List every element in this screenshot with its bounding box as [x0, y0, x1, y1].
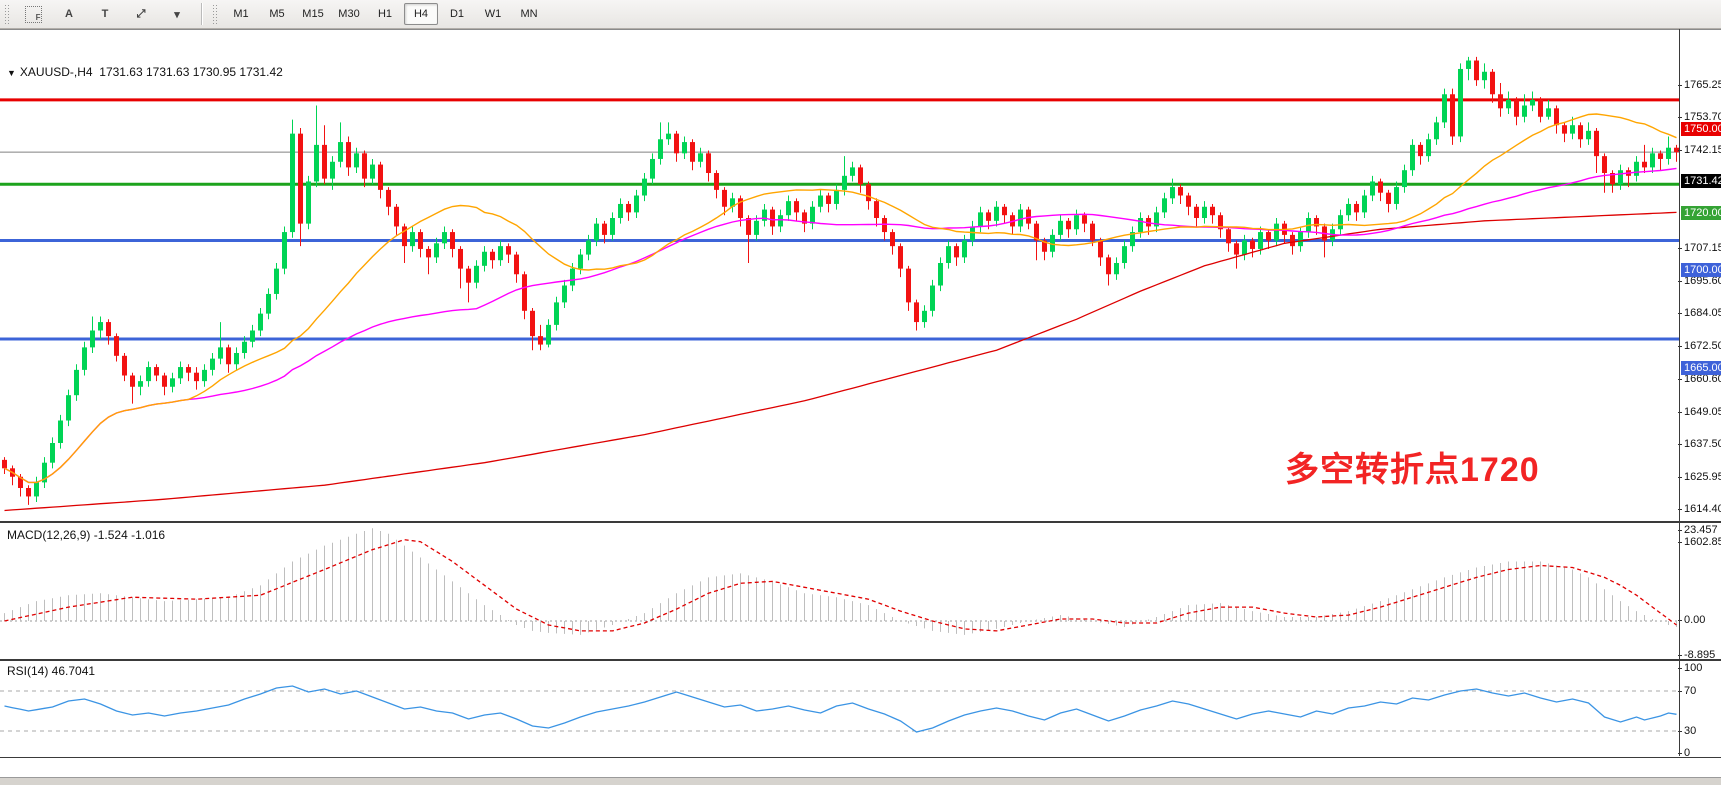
price-badge-1665.00: 1665.00 [1681, 361, 1721, 375]
price-tick-1637.50: 1637.50 [1684, 438, 1721, 450]
text-t-icon[interactable]: T [88, 3, 122, 25]
timeframe-button-h1[interactable]: H1 [368, 3, 402, 25]
price-badge-1700.00: 1700.00 [1681, 263, 1721, 277]
price-tick-1625.95: 1625.95 [1684, 471, 1721, 483]
toolbar-separator [201, 3, 202, 25]
toolbar-icon-buttons: FAT⤢▾ [15, 3, 195, 25]
price-tick-1602.85: 1602.85 [1684, 536, 1721, 548]
price-tick-1649.05: 1649.05 [1684, 406, 1721, 418]
timeframe-button-m5[interactable]: M5 [260, 3, 294, 25]
toolbar: FAT⤢▾ M1M5M15M30H1H4D1W1MN [0, 0, 1721, 29]
price-tick-1660.60: 1660.60 [1684, 373, 1721, 385]
symbol-dropdown-caret-icon[interactable]: ▼ [7, 68, 16, 78]
window-bottom-strip [0, 777, 1721, 785]
timeframe-button-mn[interactable]: MN [512, 3, 546, 25]
toolbar-gripper[interactable] [4, 4, 11, 24]
rsi-scale-70: 70 [1684, 685, 1696, 697]
mt4-window: { "toolbar": { "icons": [ {"name":"chart… [0, 0, 1721, 785]
symbol-label: XAUUSD-,H4 [20, 65, 93, 79]
timeframe-button-m1[interactable]: M1 [224, 3, 258, 25]
macd-scale-23.457: 23.457 [1684, 524, 1718, 536]
panel-separator-macd[interactable] [0, 521, 1721, 523]
price-tick-1614.40: 1614.40 [1684, 503, 1721, 515]
symbol-ohlc-line: ▼ XAUUSD-,H4 1731.63 1731.63 1730.95 1731… [7, 65, 283, 79]
font-a-icon[interactable]: A [52, 3, 86, 25]
ma-fast-orange [5, 114, 1677, 482]
price-tick-1684.05: 1684.05 [1684, 307, 1721, 319]
rsi-label: RSI(14) 46.7041 [7, 664, 95, 678]
rsi-scale-100: 100 [1684, 662, 1702, 674]
price-tick-1707.15: 1707.15 [1684, 242, 1721, 254]
price-axis-border [1679, 29, 1680, 756]
ma-mid-magenta [5, 168, 1677, 482]
rsi-line [5, 686, 1677, 732]
cursor-arrows-icon[interactable]: ⤢ [124, 3, 158, 25]
price-tick-1765.25: 1765.25 [1684, 79, 1721, 91]
chart-window: ▼ XAUUSD-,H4 1731.63 1731.63 1730.95 1731… [0, 29, 1721, 778]
macd-signal-line [5, 540, 1677, 631]
chart-annotation-text[interactable]: 多空转折点1720 [1285, 442, 1540, 491]
dropdown-caret-icon[interactable]: ▾ [160, 3, 194, 25]
price-badge-1720.00: 1720.00 [1681, 206, 1721, 220]
candles [2, 57, 1679, 505]
timeframe-button-h4[interactable]: H4 [404, 3, 438, 25]
price-badge-1750.00: 1750.00 [1681, 122, 1721, 136]
timeframe-button-d1[interactable]: D1 [440, 3, 474, 25]
chart-f-icon[interactable]: F [16, 3, 50, 25]
price-tick-1695.60: 1695.60 [1684, 275, 1721, 287]
time-axis-separator [0, 757, 1721, 758]
ohlc-values: 1731.63 1731.63 1730.95 1731.42 [99, 65, 283, 79]
timeframe-buttons: M1M5M15M30H1H4D1W1MN [223, 3, 547, 25]
macd-scale-0.00: 0.00 [1684, 614, 1705, 626]
macd-histogram [5, 528, 1677, 635]
chart-canvas[interactable] [0, 30, 1721, 778]
macd-label: MACD(12,26,9) -1.524 -1.016 [7, 528, 165, 542]
timeframe-button-m15[interactable]: M15 [296, 3, 330, 25]
chart-f-icon: F [25, 6, 42, 23]
price-tick-1742.15: 1742.15 [1684, 144, 1721, 156]
toolbar-gripper-2[interactable] [212, 4, 219, 24]
rsi-scale-30: 30 [1684, 725, 1696, 737]
timeframe-button-w1[interactable]: W1 [476, 3, 510, 25]
panel-separator-rsi[interactable] [0, 659, 1721, 661]
price-badge-1731.42: 1731.42 [1681, 174, 1721, 188]
price-tick-1672.50: 1672.50 [1684, 340, 1721, 352]
timeframe-button-m30[interactable]: M30 [332, 3, 366, 25]
